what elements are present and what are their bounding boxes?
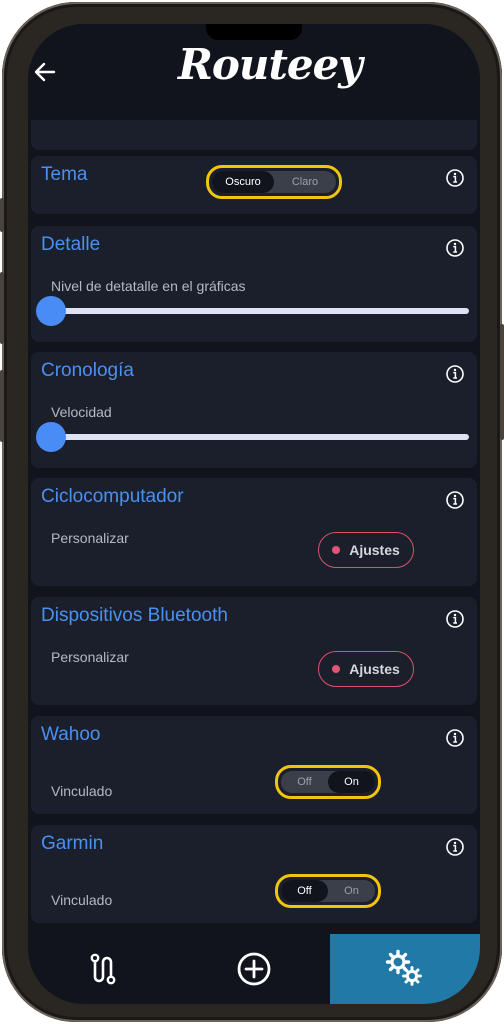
ciclocomputador-subtitle: Personalizar — [51, 530, 129, 546]
wahoo-title: Wahoo — [41, 724, 101, 745]
detalle-title: Detalle — [41, 234, 101, 255]
add-circle-icon — [237, 952, 271, 986]
tema-option-claro[interactable]: Claro — [274, 171, 336, 193]
wahoo-option-on[interactable]: On — [328, 771, 375, 793]
garmin-option-off[interactable]: Off — [281, 880, 328, 902]
card-partial-top — [31, 120, 477, 150]
garmin-title: Garmin — [41, 833, 104, 854]
ciclocomputador-ajustes-button[interactable]: Ajustes — [318, 532, 414, 568]
bluetooth-ajustes-button[interactable]: Ajustes — [318, 651, 414, 687]
cronologia-title: Cronología — [41, 360, 134, 381]
info-icon[interactable] — [445, 728, 465, 748]
tab-settings[interactable] — [330, 934, 480, 1004]
tema-toggle[interactable]: Oscuro Claro — [206, 165, 342, 199]
card-ciclocomputador: Ciclocomputador Personalizar Ajustes — [31, 478, 477, 586]
info-icon[interactable] — [445, 238, 465, 258]
cronologia-slider-track[interactable] — [51, 434, 469, 440]
volume-up-button — [0, 272, 4, 344]
ajustes-button-label: Ajustes — [349, 661, 400, 677]
phone-frame: Routeey Tema Oscuro Claro Detalle Nivel … — [0, 2, 504, 1022]
detalle-subtitle: Nivel de detatalle en el gráficas — [51, 278, 246, 294]
side-button — [0, 198, 4, 232]
app-logo: Routeey — [178, 40, 363, 89]
bottom-tab-bar — [28, 934, 480, 1004]
bluetooth-subtitle: Personalizar — [51, 649, 129, 665]
notch — [206, 24, 302, 40]
ajustes-button-label: Ajustes — [349, 542, 400, 558]
card-wahoo: Wahoo Vinculado Off On — [31, 716, 477, 814]
card-bluetooth: Dispositivos Bluetooth Personalizar Ajus… — [31, 597, 477, 705]
tab-add[interactable] — [178, 934, 330, 1004]
wahoo-toggle-track: Off On — [281, 771, 375, 793]
tab-routes[interactable] — [28, 934, 178, 1004]
route-icon — [90, 953, 116, 985]
info-icon[interactable] — [445, 490, 465, 510]
card-cronologia: Cronología Velocidad — [31, 352, 477, 468]
status-dot — [332, 665, 341, 673]
wahoo-toggle[interactable]: Off On — [275, 765, 381, 799]
volume-down-button — [0, 370, 4, 442]
tema-toggle-track: Oscuro Claro — [212, 171, 336, 193]
garmin-subtitle: Vinculado — [51, 892, 113, 908]
settings-list[interactable]: Tema Oscuro Claro Detalle Nivel de detat… — [28, 120, 480, 932]
screen: Routeey Tema Oscuro Claro Detalle Nivel … — [28, 24, 480, 1004]
garmin-option-on[interactable]: On — [328, 880, 375, 902]
cronologia-subtitle: Velocidad — [51, 404, 112, 420]
info-icon[interactable] — [445, 609, 465, 629]
ciclocomputador-title: Ciclocomputador — [41, 486, 184, 507]
info-icon[interactable] — [445, 364, 465, 384]
wahoo-option-off[interactable]: Off — [281, 771, 328, 793]
wahoo-subtitle: Vinculado — [51, 783, 113, 799]
card-garmin: Garmin Vinculado Off On — [31, 825, 477, 923]
arrow-left-icon[interactable] — [32, 60, 58, 84]
gears-icon — [385, 949, 422, 986]
garmin-toggle[interactable]: Off On — [275, 874, 381, 908]
detalle-slider-track[interactable] — [51, 308, 469, 314]
card-detalle: Detalle Nivel de detatalle en el gráfica… — [31, 226, 477, 342]
card-tema: Tema Oscuro Claro — [31, 156, 477, 214]
power-button — [500, 324, 504, 440]
detalle-slider-thumb[interactable] — [36, 296, 66, 326]
tema-title: Tema — [41, 164, 88, 185]
info-icon[interactable] — [445, 168, 465, 188]
garmin-toggle-track: Off On — [281, 880, 375, 902]
info-icon[interactable] — [445, 837, 465, 857]
tema-option-oscuro[interactable]: Oscuro — [212, 171, 274, 193]
bluetooth-title: Dispositivos Bluetooth — [41, 605, 228, 626]
status-dot — [332, 546, 341, 554]
cronologia-slider-thumb[interactable] — [36, 422, 66, 452]
